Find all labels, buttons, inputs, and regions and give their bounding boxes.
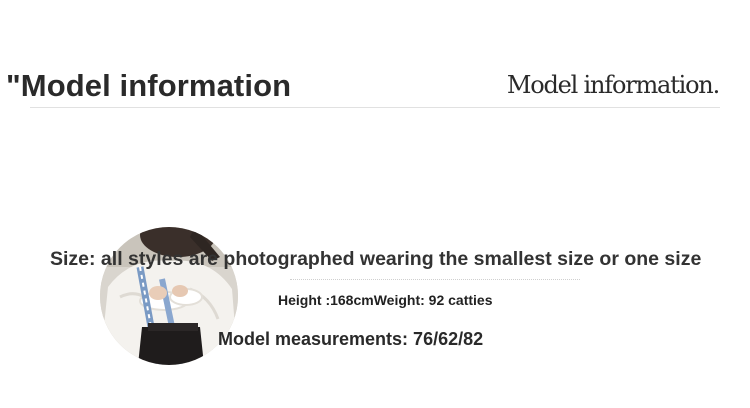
height-weight-line: Height :168cmWeight: 92 catties: [278, 292, 492, 308]
model-measurements: Model measurements: 76/62/82: [218, 329, 484, 349]
page-title-script: Model information.: [506, 71, 720, 99]
model-height: Height :168cm: [278, 292, 374, 308]
model-weight: Weight: 92 catties: [373, 292, 493, 308]
size-note-divider: [290, 279, 580, 280]
header-divider: [30, 107, 720, 108]
size-note: Size: all styles are photographed wearin…: [50, 248, 702, 270]
page-title: "Model information: [6, 68, 292, 103]
